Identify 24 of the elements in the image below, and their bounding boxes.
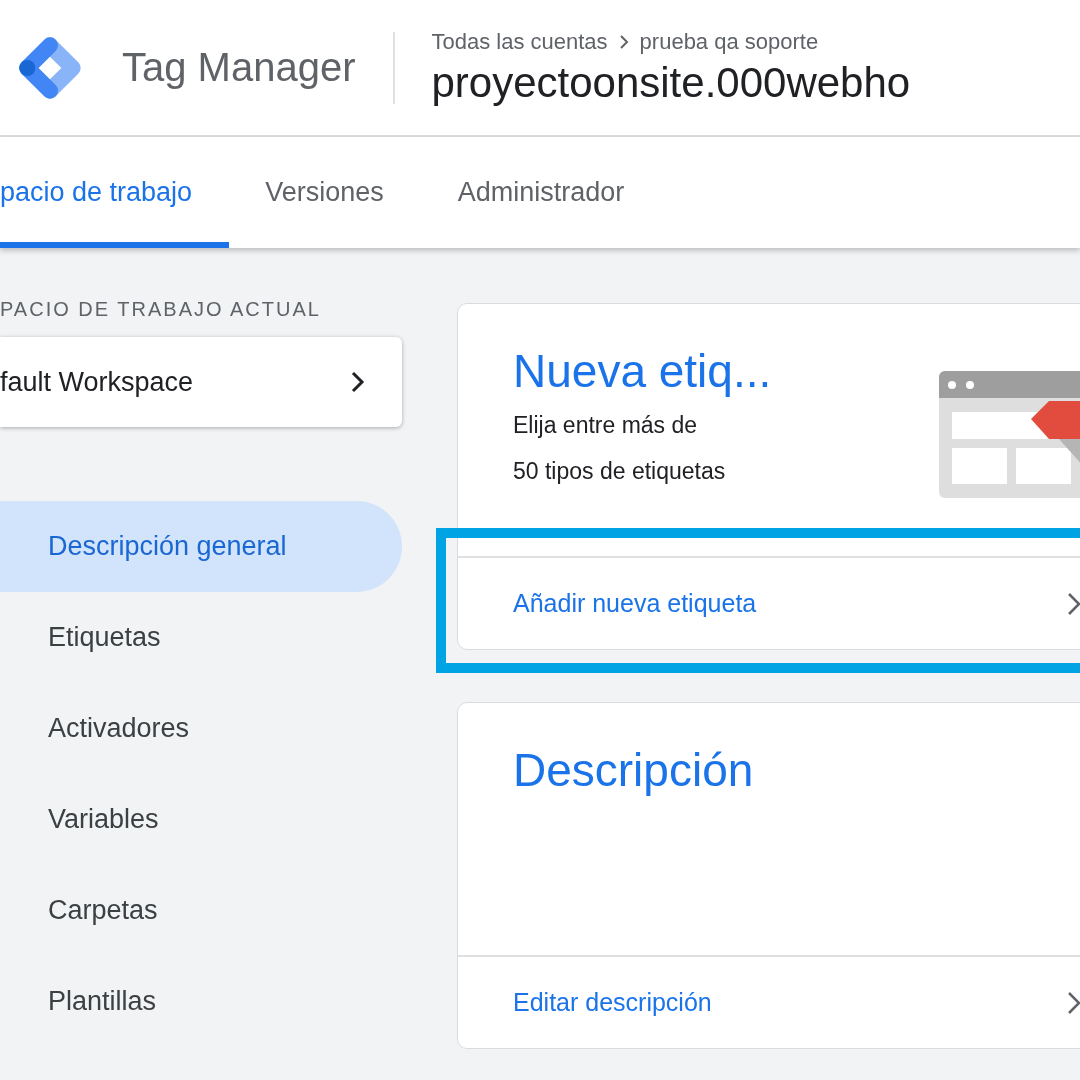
nav-item[interactable]: Activadores xyxy=(0,683,402,774)
card-title: Descripción xyxy=(513,743,754,797)
nav-item[interactable]: Etiquetas xyxy=(0,592,402,683)
card-link[interactable]: Editar descripción xyxy=(458,957,1080,1048)
tab[interactable]: Administrador xyxy=(420,137,662,248)
container-name[interactable]: proyectoonsite.000webho xyxy=(431,58,911,107)
nav-item[interactable]: Plantillas xyxy=(0,956,402,1047)
chevron-right-icon xyxy=(1067,591,1080,616)
section-label: PACIO DE TRABAJO ACTUAL xyxy=(0,298,322,321)
workspace-selector[interactable]: fault Workspace xyxy=(0,337,402,427)
card-description: Elija entre más de 50 tipos de etiquetas xyxy=(513,411,727,486)
breadcrumb-link[interactable]: Todas las cuentas xyxy=(431,28,608,55)
card-link[interactable]: Añadir nueva etiqueta xyxy=(458,558,1080,649)
chevron-right-icon xyxy=(350,371,366,393)
tab[interactable]: pacio de trabajo xyxy=(0,137,230,248)
chevron-right-icon xyxy=(1067,990,1080,1015)
nav-item[interactable]: Descripción general xyxy=(0,501,402,592)
card-title: Nueva etiq... xyxy=(513,344,772,398)
product-name: Tag Manager xyxy=(122,45,356,90)
nav-item[interactable]: Variables xyxy=(0,774,402,865)
nav-item[interactable]: Carpetas xyxy=(0,865,402,956)
breadcrumb-link[interactable]: prueba qa soporte xyxy=(639,28,819,55)
tab[interactable]: Versiones xyxy=(229,137,421,248)
chevron-right-icon xyxy=(617,33,630,50)
